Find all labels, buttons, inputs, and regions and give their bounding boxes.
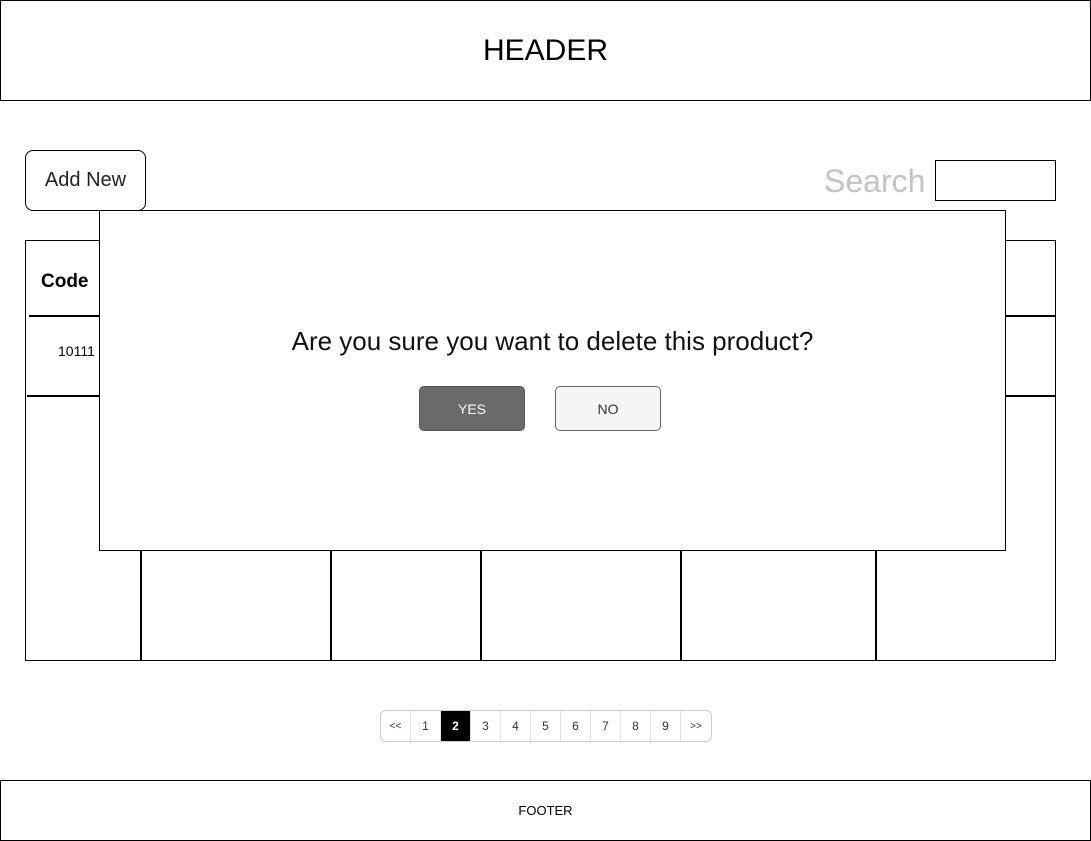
column-divider — [680, 550, 682, 660]
search-input[interactable] — [935, 160, 1056, 201]
column-divider — [875, 550, 877, 660]
column-divider — [140, 550, 142, 660]
table-cell-code: 10111 — [58, 343, 95, 359]
dialog-message: Are you sure you want to delete this pro… — [291, 326, 814, 356]
no-button[interactable]: NO — [555, 386, 661, 431]
page-button-9[interactable]: 9 — [651, 711, 681, 741]
page-button-1[interactable]: 1 — [411, 711, 441, 741]
column-header-code: Code — [41, 271, 89, 292]
page-button-8[interactable]: 8 — [621, 711, 651, 741]
page-button-2[interactable]: 2 — [441, 711, 471, 741]
add-new-button[interactable]: Add New — [25, 150, 146, 211]
pagination-prev-button[interactable]: << — [381, 711, 411, 741]
header-title: HEADER — [482, 33, 609, 67]
page-button-4[interactable]: 4 — [501, 711, 531, 741]
page-header: HEADER — [0, 0, 1091, 101]
search-label: Search — [824, 163, 926, 199]
footer-text: FOOTER — [518, 803, 573, 818]
page-button-5[interactable]: 5 — [531, 711, 561, 741]
page-button-6[interactable]: 6 — [561, 711, 591, 741]
page-footer: FOOTER — [0, 780, 1091, 841]
page-button-3[interactable]: 3 — [471, 711, 501, 741]
column-divider — [330, 550, 332, 660]
pagination-next-button[interactable]: >> — [681, 711, 711, 741]
pagination: << 1 2 3 4 5 6 7 8 9 >> — [380, 710, 712, 742]
delete-confirmation-dialog: Are you sure you want to delete this pro… — [99, 210, 1006, 551]
yes-button[interactable]: YES — [419, 386, 525, 431]
page-button-7[interactable]: 7 — [591, 711, 621, 741]
column-divider — [480, 550, 482, 660]
